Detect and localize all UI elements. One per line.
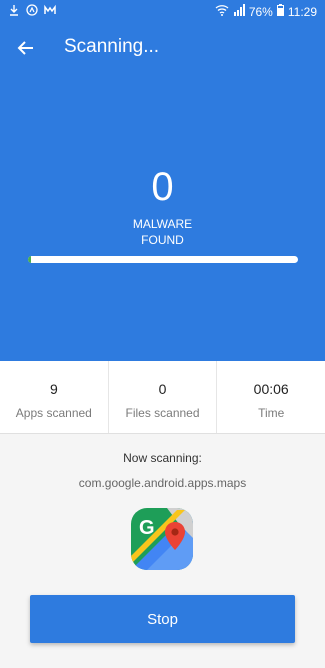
malware-count: 0	[151, 165, 174, 209]
scanning-package-name: com.google.android.apps.maps	[78, 476, 247, 490]
stat-value: 9	[49, 381, 58, 397]
malware-label-line1: MALWARE	[132, 217, 193, 231]
malwarebytes-notification-icon	[44, 4, 56, 19]
stat-value: 00:06	[253, 381, 289, 397]
now-scanning-label: Now scanning:	[123, 451, 202, 465]
battery-percent: 76%	[248, 4, 273, 19]
download-icon	[8, 4, 20, 19]
scan-progress-fill	[28, 256, 31, 263]
app-notification-icon	[26, 4, 38, 19]
status-bar: 76% 11:29	[0, 0, 325, 24]
svg-text:G: G	[139, 517, 155, 539]
signal-icon	[233, 4, 245, 19]
battery-icon	[276, 4, 284, 19]
stat-time: 00:06 Time	[216, 361, 325, 433]
scan-progress-bar	[28, 256, 298, 263]
arrow-back-icon	[17, 41, 33, 55]
google-maps-icon: G	[131, 508, 193, 570]
stat-label: Time	[258, 406, 285, 420]
app-bar: Scanning...	[0, 24, 325, 70]
malware-found-label: MALWARE FOUND	[0, 216, 325, 248]
stat-label: Apps scanned	[15, 406, 92, 420]
scan-stats: 9 Apps scanned 0 Files scanned 00:06 Tim…	[0, 361, 325, 434]
status-time: 11:29	[287, 4, 317, 19]
stat-apps-scanned: 9 Apps scanned	[0, 361, 108, 433]
stat-label: Files scanned	[125, 406, 200, 420]
page-title: Scanning...	[64, 36, 160, 57]
back-button[interactable]	[12, 34, 40, 62]
malware-label-line2: FOUND	[141, 233, 184, 247]
wifi-icon	[215, 4, 229, 19]
stat-value: 0	[158, 381, 167, 397]
stop-button[interactable]: Stop	[30, 595, 295, 643]
stat-files-scanned: 0 Files scanned	[107, 361, 217, 433]
